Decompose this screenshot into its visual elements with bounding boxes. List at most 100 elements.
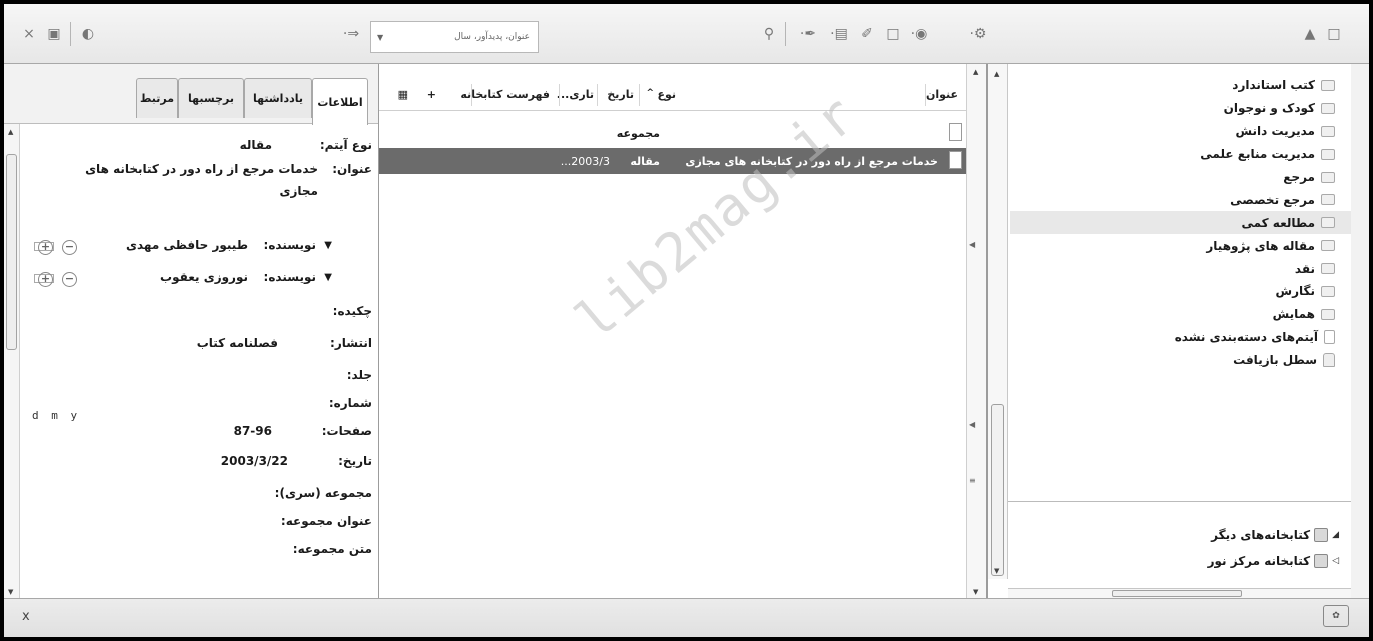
pages-value[interactable]: 87-96 [234,424,272,438]
collection-label: همایش [1272,307,1315,322]
new-item-menu-icon[interactable]: ·◉ [906,24,932,44]
collection-label: سطل بازیافت [1233,353,1317,368]
document-icon [949,123,962,141]
collection-label: آیتم‌های دسته‌بندی نشده [1174,330,1318,345]
remove-creator-icon[interactable]: − [62,240,77,255]
tab-info[interactable]: اطلاعات [312,78,368,125]
app-logo-icon[interactable]: ✿ [1323,605,1349,627]
attach-icon[interactable]: ·✒ [794,24,822,44]
collection-item-selected[interactable]: مطالعه کمی [1010,211,1351,235]
search-icon[interactable]: ⚲ [760,24,778,44]
items-scrollbar[interactable]: ▲ ◀ ◀ ≡ ▼ [966,64,986,598]
library-icon [1314,528,1329,542]
collection-item[interactable]: کتب استاندارد [1009,74,1339,97]
collection-label: مطالعه کمی [1241,215,1315,230]
column-title[interactable]: عنوان [926,88,958,101]
folder-icon [1321,194,1335,206]
collection-label: کودک و نوجوان [1223,101,1315,116]
table-row[interactable]: مجموعه [379,120,966,146]
collections-scrollbar-thumb[interactable] [991,404,1004,576]
collections-hscrollbar[interactable] [1008,588,1351,598]
fullscreen-icon[interactable]: ▣ [44,24,64,44]
title-label: عنوان: [332,162,372,176]
tab-related[interactable]: مرتبط [136,78,178,118]
date-format-indicator: d m y [32,409,81,422]
column-date-added[interactable]: تاری... [557,88,594,101]
collection-item[interactable]: همایش [1009,303,1339,326]
folder-icon [1321,240,1335,252]
search-input[interactable]: عنوان، پدیدآور، سال ▼ [370,21,539,53]
collections-hscrollbar-thumb[interactable] [1112,590,1242,597]
add-creator-icon[interactable]: + [38,272,53,287]
collection-label: مرجع [1283,170,1315,184]
close-icon[interactable]: × [22,24,36,44]
collections-pane: ▲ ▼ کتب استاندارد کودک و نوجوان مدیریت د… [987,64,1351,598]
creator-label[interactable]: نویسنده: [264,270,316,284]
collapse-triangle-icon[interactable]: ◁ [1332,556,1339,566]
collection-item[interactable]: مدیریت دانش [1009,120,1339,143]
creator-type-dropdown-icon[interactable]: ▼ [324,272,332,283]
collection-item[interactable]: نگارش [1009,280,1339,303]
new-collection-icon[interactable]: □ [1324,24,1344,44]
close-pane-icon[interactable]: x [22,609,30,624]
library-noor[interactable]: ◁ کتابخانه مرکز نور [1208,554,1339,568]
collection-item[interactable]: مرجع تخصصی [1009,188,1339,211]
creator-type-dropdown-icon[interactable]: ▼ [324,240,332,251]
new-item-icon[interactable]: □ [882,24,904,44]
library-label: کتابخانه‌های دیگر [1211,528,1311,542]
collection-item[interactable]: مدیریت منابع علمی [1009,143,1339,166]
collection-item[interactable]: مرجع [1009,166,1339,189]
add-creator-icon[interactable]: + [38,240,53,255]
tab-notes[interactable]: یادداشتها [244,78,312,118]
series-text-label: متن مجموعه: [292,542,372,556]
collection-list: کتب استاندارد کودک و نوجوان مدیریت دانش … [1009,74,1351,372]
row-title: خدمات مرجع از راه دور در کتابخانه های مج… [685,155,938,168]
row-type: مجموعه [616,127,660,140]
title-value-line2[interactable]: مجازی [280,184,319,198]
item-type-value[interactable]: مقاله [240,138,272,152]
folder-icon [1321,79,1335,91]
collection-item[interactable]: کودک و نوجوان [1009,97,1339,120]
locate-icon[interactable]: ·⇒ [340,24,362,44]
creator-label[interactable]: نویسنده: [264,238,316,252]
actions-gear-icon[interactable]: ·⚙ [964,24,992,44]
new-library-icon[interactable]: ▲ [1300,24,1320,44]
search-placeholder: عنوان، پدیدآور، سال [454,32,530,42]
creator-name[interactable]: طیبور حافظی مهدی [126,238,248,252]
column-library-catalog[interactable]: فهرست کتابخانه [460,88,550,101]
column-date[interactable]: تاریخ [607,88,634,101]
item-info-pane: اطلاعات یادداشتها برچسبها مرتبط ▲ ▼ نوع … [4,64,378,598]
row-type: مقاله [630,155,660,168]
add-note-icon[interactable]: ·▤ [826,24,852,44]
creator-name[interactable]: نوروزی یعقوب [160,270,248,284]
collection-item[interactable]: مقاله های پژوهیار [1009,234,1339,257]
title-value-line1[interactable]: خدمات مرجع از راه دور در کتابخانه های [85,162,318,176]
collections-scrollbar[interactable]: ▲ ▼ [988,64,1008,579]
collection-item[interactable]: سطل بازیافت [1009,349,1339,372]
date-label: تاریخ: [338,454,372,468]
issue-label: شماره: [328,396,372,410]
folder-icon [1321,148,1335,160]
table-row[interactable]: خدمات مرجع از راه دور در کتابخانه های مج… [379,148,966,174]
collection-item[interactable]: آیتم‌های دسته‌بندی نشده [1009,326,1339,349]
folder-icon [1321,285,1335,297]
sync-icon[interactable]: ◐ [78,24,98,44]
folder-icon [1321,102,1335,114]
search-mode-dropdown-icon[interactable]: ▼ [377,33,383,42]
tab-tags[interactable]: برچسبها [178,78,244,118]
collection-item[interactable]: نقد [1009,257,1339,280]
series-label: مجموعه (سری): [274,486,372,500]
expand-triangle-icon[interactable]: ◢ [1332,530,1339,540]
publication-value[interactable]: فصلنامه کتاب [197,336,278,350]
add-by-identifier-icon[interactable]: ✐ [856,24,878,44]
library-other[interactable]: ◢ کتابخانه‌های دیگر [1211,528,1339,542]
column-extra[interactable]: + [427,88,436,101]
trash-icon [1323,353,1335,368]
column-type[interactable]: نوع [657,88,676,101]
date-value[interactable]: 2003/3/22 [221,454,288,468]
collection-label: نقد [1294,261,1315,276]
folder-icon [1321,125,1335,137]
remove-creator-icon[interactable]: − [62,272,77,287]
collection-label: مقاله های پژوهیار [1206,238,1315,253]
column-picker-icon[interactable]: ▦ [398,88,408,101]
